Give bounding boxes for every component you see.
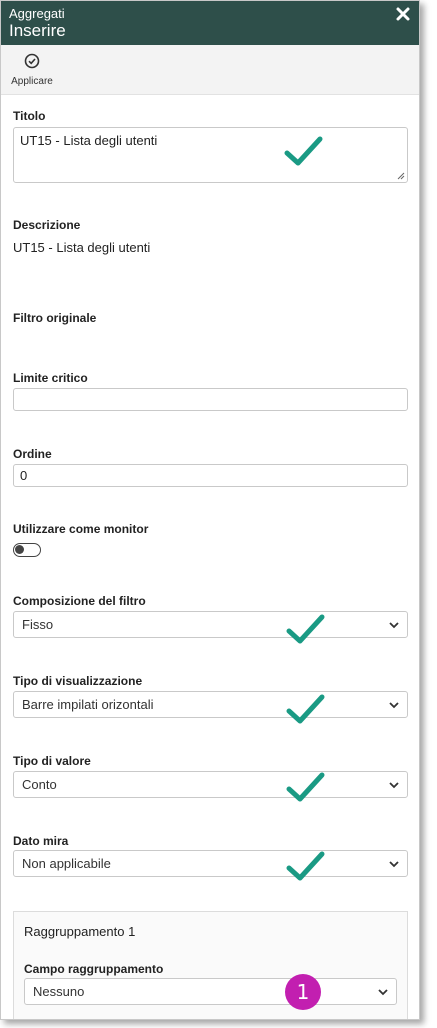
dato-mira-label: Dato mira — [13, 834, 69, 848]
chevron-down-icon — [378, 989, 388, 996]
tipo-valore-value: Conto — [22, 777, 57, 792]
composizione-select[interactable]: Fisso — [13, 611, 408, 638]
toolbar: Applicare — [1, 45, 419, 95]
grouping-section: Raggruppamento 1 Campo raggruppamento Ne… — [13, 911, 408, 1019]
grouping-title: Raggruppamento 1 — [24, 924, 136, 939]
grouping-field-value: Nessuno — [33, 984, 85, 999]
monitor-toggle[interactable] — [13, 543, 41, 557]
checkmark-icon — [286, 772, 325, 802]
close-icon[interactable] — [395, 6, 411, 22]
tipo-visualizzazione-label: Tipo di visualizzazione — [13, 674, 143, 688]
dato-mira-value: Non applicabile — [22, 856, 111, 871]
apply-button-label: Applicare — [11, 76, 53, 87]
step-number-badge: 1 — [285, 974, 321, 1010]
check-circle-icon — [24, 53, 40, 69]
chevron-down-icon — [389, 622, 399, 629]
checkmark-icon — [286, 851, 325, 881]
chevron-down-icon — [389, 861, 399, 868]
filtro-originale-label: Filtro originale — [13, 311, 97, 325]
titolo-value: UT15 - Lista degli utenti — [20, 133, 158, 148]
panel-supertitle: Aggregati — [9, 6, 65, 21]
grouping-field-label: Campo raggruppamento — [24, 962, 164, 976]
apply-button[interactable]: Applicare — [7, 51, 57, 91]
dato-mira-select[interactable]: Non applicabile — [13, 850, 408, 877]
descrizione-label: Descrizione — [13, 218, 81, 232]
titolo-textarea[interactable]: UT15 - Lista degli utenti — [13, 127, 408, 183]
chevron-down-icon — [389, 782, 399, 789]
chevron-down-icon — [389, 702, 399, 709]
descrizione-value: UT15 - Lista degli utenti — [13, 240, 151, 255]
ordine-label: Ordine — [13, 447, 52, 461]
checkmark-icon — [286, 694, 325, 724]
tipo-valore-label: Tipo di valore — [13, 754, 91, 768]
ordine-input[interactable]: 0 — [13, 464, 408, 487]
panel-title: Inserire — [9, 21, 66, 40]
composizione-label: Composizione del filtro — [13, 594, 146, 608]
tipo-visualizzazione-value: Barre impilati orizontali — [22, 697, 154, 712]
checkmark-icon — [284, 136, 323, 166]
composizione-value: Fisso — [22, 617, 54, 632]
toggle-knob — [15, 545, 24, 554]
panel-header: Aggregati Inserire — [1, 1, 419, 45]
monitor-label: Utilizzare come monitor — [13, 522, 149, 536]
limite-critico-label: Limite critico — [13, 371, 88, 385]
checkmark-icon — [286, 614, 325, 644]
aggregati-panel: Aggregati Inserire Applicare Titolo UT15… — [0, 0, 420, 1020]
grouping-field-select[interactable]: Nessuno — [24, 978, 397, 1005]
tipo-valore-select[interactable]: Conto — [13, 771, 408, 798]
resize-grip-icon[interactable] — [397, 172, 405, 180]
limite-critico-input[interactable] — [13, 388, 408, 411]
titolo-label: Titolo — [13, 109, 46, 123]
tipo-visualizzazione-select[interactable]: Barre impilati orizontali — [13, 691, 408, 718]
